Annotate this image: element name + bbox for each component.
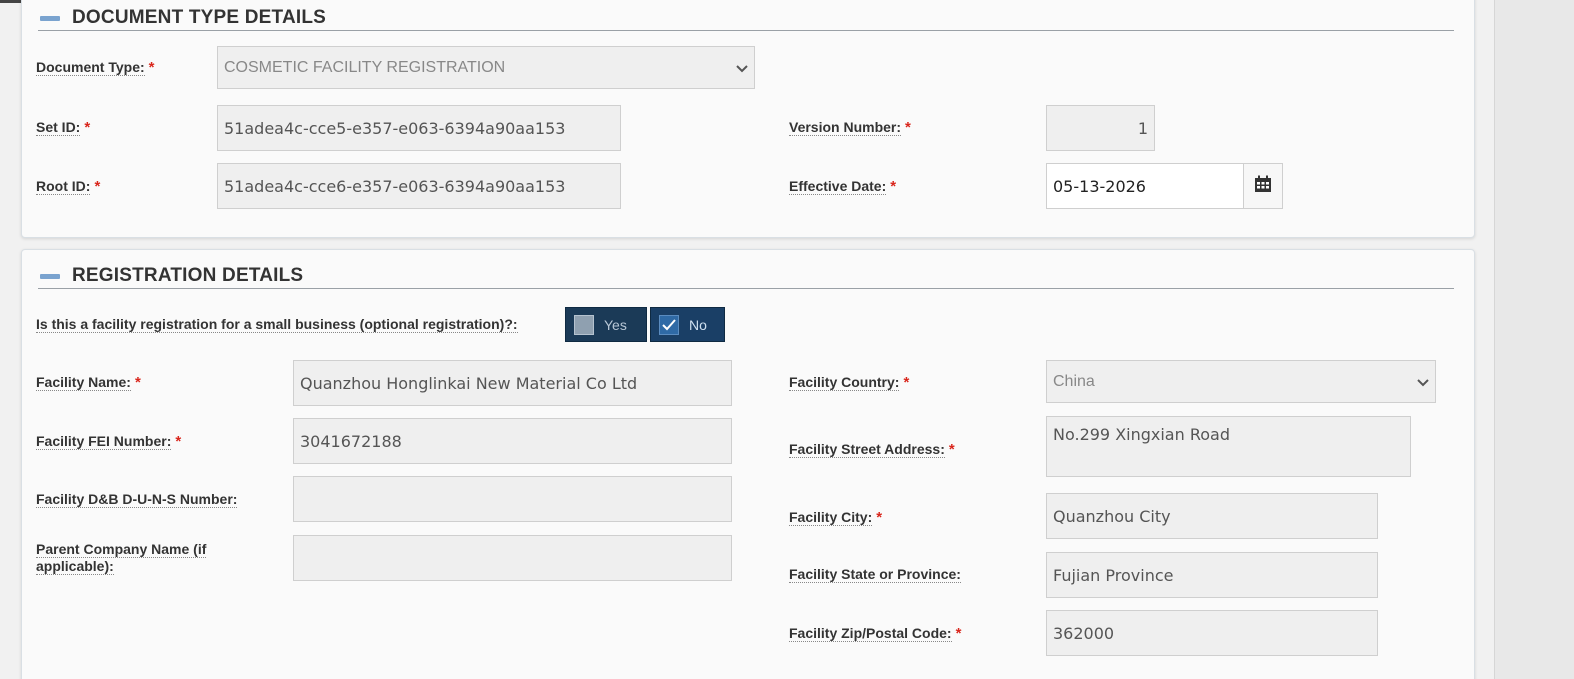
facility-duns-field[interactable]: [293, 476, 732, 522]
facility-fei-field[interactable]: 3041672188: [293, 418, 732, 464]
section-title: DOCUMENT TYPE DETAILS: [72, 7, 327, 28]
root-id-field[interactable]: 51adea4c-cce6-e357-e063-6394a90aa153: [217, 163, 621, 209]
facility-name-field[interactable]: Quanzhou Honglinkai New Material Co Ltd: [293, 360, 732, 406]
document-type-select[interactable]: COSMETIC FACILITY REGISTRATION: [217, 46, 755, 89]
calendar-button[interactable]: [1243, 163, 1283, 209]
effective-date-input[interactable]: 05-13-2026: [1046, 163, 1244, 209]
parent-company-field[interactable]: [293, 535, 732, 581]
set-id-field[interactable]: 51adea4c-cce5-e357-e063-6394a90aa153: [217, 105, 621, 151]
registration-header[interactable]: REGISTRATION DETAILS: [38, 264, 1454, 289]
facility-state-label: Facility State or Province:: [789, 566, 961, 583]
facility-country-label: Facility Country: *: [789, 374, 910, 391]
facility-street-label: Facility Street Address: *: [789, 441, 955, 458]
facility-name-label: Facility Name: *: [36, 374, 141, 391]
facility-zip-field[interactable]: 362000: [1046, 610, 1378, 656]
chevron-down-icon: [736, 60, 748, 76]
calendar-icon: [1254, 175, 1272, 198]
document-type-panel: DOCUMENT TYPE DETAILS Document Type: * CO…: [21, 0, 1475, 238]
chevron-down-icon: [1417, 374, 1429, 390]
document-type-header[interactable]: DOCUMENT TYPE DETAILS: [38, 6, 1454, 31]
version-number-field[interactable]: 1: [1046, 105, 1155, 151]
facility-fei-label: Facility FEI Number: *: [36, 433, 182, 450]
set-id-label: Set ID: *: [36, 119, 91, 136]
checkmark-icon: [659, 314, 679, 335]
collapse-minus-icon[interactable]: [40, 15, 60, 21]
checkbox-icon: [574, 314, 594, 335]
small-business-label: Is this a facility registration for a sm…: [36, 316, 518, 333]
facility-city-field[interactable]: Quanzhou City: [1046, 493, 1378, 539]
facility-zip-label: Facility Zip/Postal Code: *: [789, 625, 962, 642]
right-gutter: [1494, 0, 1574, 679]
collapse-minus-icon[interactable]: [40, 273, 60, 279]
facility-city-label: Facility City: *: [789, 509, 883, 526]
version-number-label: Version Number: *: [789, 119, 911, 136]
root-id-label: Root ID: *: [36, 178, 101, 195]
parent-company-label: Parent Company Name (if applicable):: [36, 541, 207, 575]
effective-date-label: Effective Date: *: [789, 178, 897, 195]
facility-country-select[interactable]: China: [1046, 360, 1436, 403]
section-title: REGISTRATION DETAILS: [72, 265, 304, 286]
small-business-no-toggle[interactable]: No: [650, 307, 725, 342]
registration-panel: REGISTRATION DETAILS Is this a facility …: [21, 249, 1475, 679]
document-type-label: Document Type: *: [36, 59, 155, 76]
facility-duns-label: Facility D&B D-U-N-S Number:: [36, 491, 238, 508]
facility-street-textarea[interactable]: No.299 Xingxian Road: [1046, 416, 1411, 477]
facility-state-field[interactable]: Fujian Province: [1046, 552, 1378, 598]
small-business-yes-toggle[interactable]: Yes: [565, 307, 647, 342]
form-scroll-area[interactable]: DOCUMENT TYPE DETAILS Document Type: * CO…: [0, 0, 1494, 679]
